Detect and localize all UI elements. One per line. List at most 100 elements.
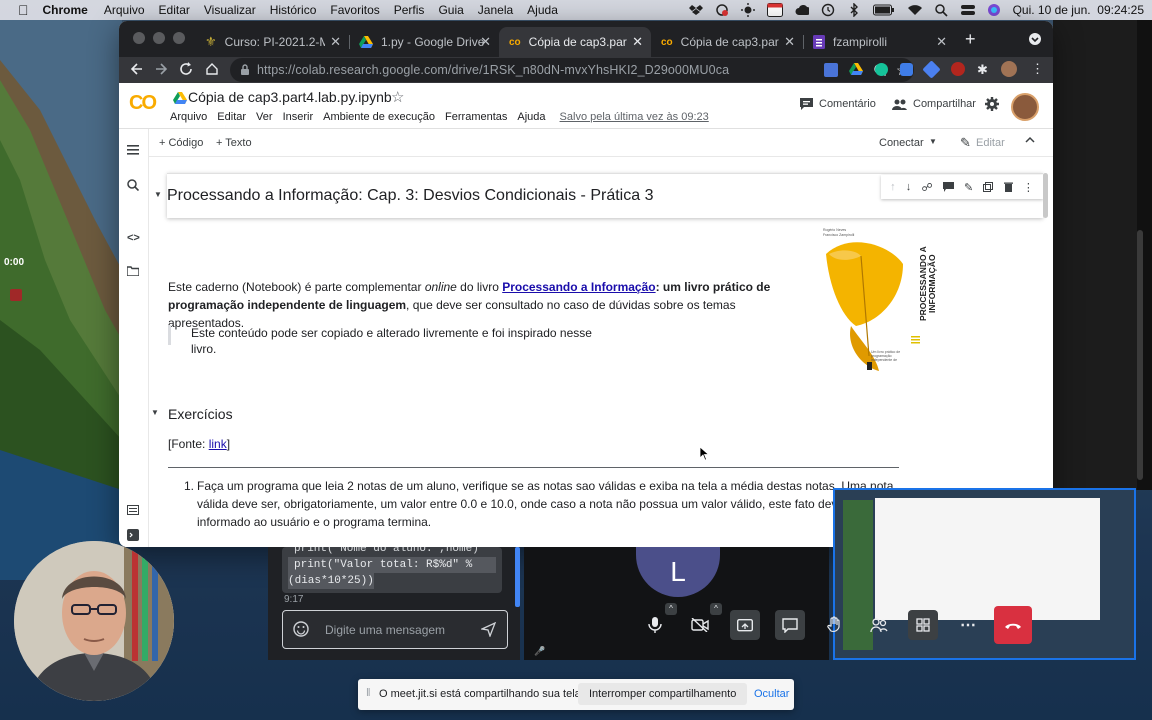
share-button[interactable]: Compartilhar <box>892 98 976 110</box>
menubar-item-favoritos[interactable]: Favoritos <box>330 3 393 17</box>
time-machine-icon[interactable] <box>821 3 835 17</box>
spotlight-icon[interactable] <box>935 3 949 17</box>
extension-translate-icon[interactable] <box>824 63 838 77</box>
browser-tab-colab-part4[interactable]: co Cópia de cap3.part4.lab ✕ <box>499 27 651 57</box>
cloud-icon[interactable] <box>795 4 809 16</box>
menubar-item-arquivo[interactable]: Arquivo <box>104 3 159 17</box>
hide-notice-button[interactable]: Ocultar <box>754 688 789 700</box>
search-icon[interactable] <box>127 179 139 191</box>
chat-button[interactable] <box>773 603 807 647</box>
menubar-item-visualizar[interactable]: Visualizar <box>204 3 270 17</box>
settings-gear-icon[interactable] <box>985 97 999 111</box>
menu-ferramentas[interactable]: Ferramentas <box>445 111 507 123</box>
menubar-item-ajuda[interactable]: Ajuda <box>527 3 568 17</box>
extension-grammarly-icon[interactable] <box>875 63 888 76</box>
address-bar[interactable]: https://colab.research.google.com/drive/… <box>230 58 914 82</box>
menubar-item-guia[interactable]: Guia <box>438 3 477 17</box>
notebook-title[interactable]: Cópia de cap3.part4.lab.py.ipynb <box>188 89 392 105</box>
window-close-button[interactable] <box>133 32 145 44</box>
terminal-icon[interactable] <box>127 529 139 541</box>
menubar-item-janela[interactable]: Janela <box>478 3 527 17</box>
close-tab-icon[interactable]: ✕ <box>632 34 643 50</box>
chat-scrollbar[interactable] <box>515 547 520 607</box>
siri-icon[interactable] <box>987 4 1001 16</box>
mic-options-chevron-icon[interactable]: ^ <box>665 603 677 615</box>
apple-icon[interactable]:  <box>18 2 29 18</box>
collapse-section-icon[interactable]: ▼ <box>154 190 162 199</box>
screen-share-button[interactable] <box>728 603 762 647</box>
status-icon[interactable] <box>715 4 729 16</box>
extension-pen-icon[interactable] <box>922 60 941 79</box>
home-icon[interactable] <box>205 62 219 76</box>
window-zoom-button[interactable] <box>173 32 185 44</box>
camera-options-chevron-icon[interactable]: ^ <box>710 603 722 615</box>
collapse-header-icon[interactable] <box>1025 135 1035 145</box>
scrollbar-track[interactable] <box>1137 230 1143 480</box>
edit-cell-icon[interactable]: ✎ <box>964 181 973 194</box>
chat-message-input[interactable]: Digite uma mensagem <box>282 610 508 649</box>
menubar-item-editar[interactable]: Editar <box>159 3 204 17</box>
menu-inserir[interactable]: Inserir <box>283 111 314 123</box>
back-icon[interactable] <box>130 61 144 77</box>
edit-pencil-icon[interactable]: ✎ <box>960 135 971 151</box>
extension-bug-icon[interactable] <box>951 62 965 76</box>
colab-logo[interactable]: CO <box>129 92 157 115</box>
more-options-icon[interactable]: ⋮ <box>1023 181 1034 194</box>
battery-icon[interactable] <box>872 4 895 16</box>
comment-button[interactable]: Comentário <box>800 98 876 110</box>
book-link[interactable]: Processando a Informação <box>502 280 655 294</box>
delete-cell-icon[interactable] <box>1003 182 1013 192</box>
send-icon[interactable] <box>481 622 496 637</box>
browser-tab-drive[interactable]: 1.py - Google Drive ✕ <box>349 27 499 57</box>
profile-avatar[interactable] <box>1001 61 1017 77</box>
add-text-button[interactable]: + Texto <box>216 137 252 149</box>
browser-menu-icon[interactable]: ⋮ <box>1031 61 1044 77</box>
drag-handle-icon[interactable]: ‖ <box>366 687 371 699</box>
calendar-icon[interactable] <box>766 3 783 17</box>
browser-tab-forms[interactable]: fzampirolli ✕ <box>803 27 955 57</box>
menubar-app-name[interactable]: Chrome <box>43 3 104 17</box>
connect-dropdown-icon[interactable]: ▼ <box>929 137 937 146</box>
stop-sharing-button[interactable]: Interromper compartilhamento <box>578 683 748 705</box>
fonte-link[interactable]: link <box>209 437 227 451</box>
menu-arquivo[interactable]: Arquivo <box>170 111 207 123</box>
bluetooth-icon[interactable] <box>847 3 861 17</box>
close-tab-icon[interactable]: ✕ <box>784 34 795 50</box>
extension-shield-icon[interactable] <box>900 63 913 76</box>
mirror-cell-icon[interactable] <box>983 182 994 192</box>
menu-editar[interactable]: Editar <box>217 111 246 123</box>
move-down-icon[interactable]: ↓ <box>906 181 912 193</box>
extensions-puzzle-icon[interactable]: ✱ <box>977 62 988 78</box>
wifi-icon[interactable] <box>907 4 923 16</box>
close-tab-icon[interactable]: ✕ <box>480 34 491 50</box>
reload-icon[interactable] <box>179 62 193 76</box>
hang-up-button[interactable] <box>994 606 1032 644</box>
tab-search-icon[interactable] <box>1029 33 1041 45</box>
table-of-contents-icon[interactable] <box>127 145 139 155</box>
close-tab-icon[interactable]: ✕ <box>330 34 341 50</box>
menubar-item-perfis[interactable]: Perfis <box>394 3 439 17</box>
control-center-icon[interactable] <box>960 4 975 16</box>
saved-status[interactable]: Salvo pela última vez às 09:23 <box>560 111 709 123</box>
add-code-button[interactable]: + Código <box>159 137 203 149</box>
lock-icon[interactable] <box>240 64 250 76</box>
command-palette-icon[interactable] <box>127 505 139 515</box>
menu-ajuda[interactable]: Ajuda <box>517 111 545 123</box>
connect-button[interactable]: Conectar <box>879 137 924 149</box>
menubar-clock[interactable]: Qui. 10 de jun. 09:24:25 <box>1013 3 1144 17</box>
menubar-item-historico[interactable]: Histórico <box>270 3 331 17</box>
new-tab-button[interactable]: + <box>965 30 976 48</box>
scroll-thumb[interactable] <box>1043 173 1048 218</box>
window-minimize-button[interactable] <box>153 32 165 44</box>
code-snippets-icon[interactable]: <> <box>127 232 140 244</box>
more-actions-button[interactable]: ⋯ <box>951 603 985 647</box>
stop-recording-button[interactable] <box>10 289 22 301</box>
edit-button[interactable]: Editar <box>976 137 1005 149</box>
extension-drive-icon[interactable] <box>849 63 863 77</box>
link-icon[interactable]: ☍ <box>922 181 933 194</box>
user-avatar[interactable] <box>1011 93 1039 121</box>
move-up-icon[interactable]: ↑ <box>890 181 896 193</box>
brightness-icon[interactable] <box>740 3 755 17</box>
forward-icon[interactable] <box>154 61 168 77</box>
star-icon[interactable]: ☆ <box>391 88 404 106</box>
